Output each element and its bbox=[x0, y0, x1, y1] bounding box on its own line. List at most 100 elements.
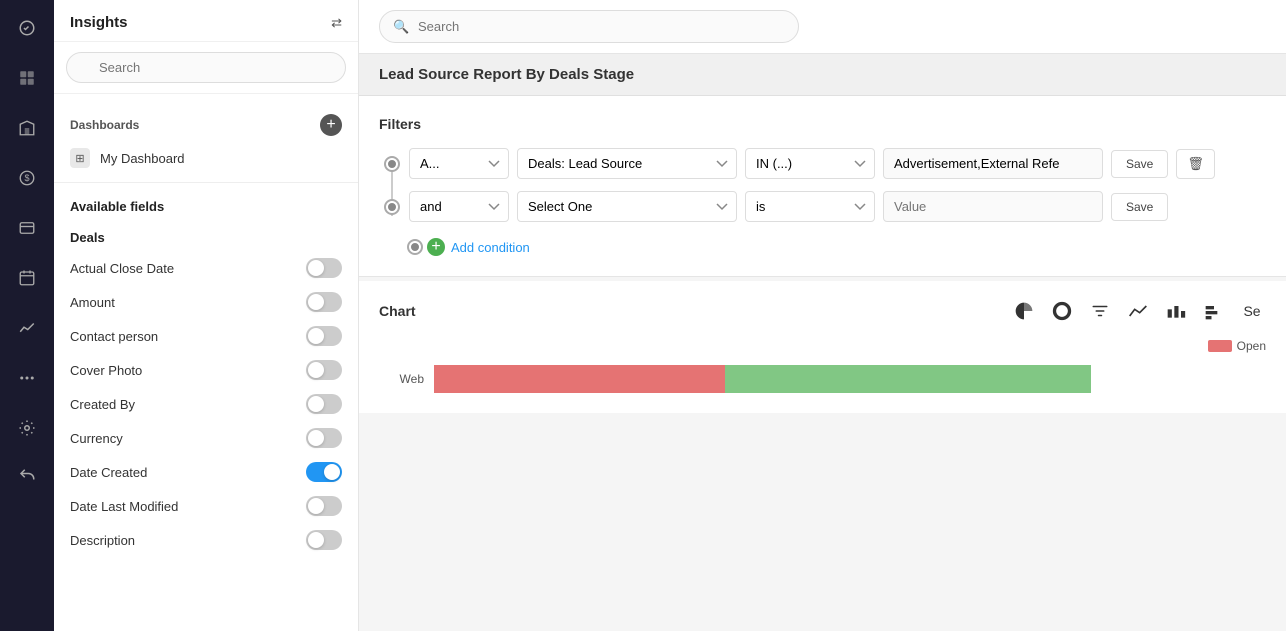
field-label: Description bbox=[70, 533, 135, 548]
sidebar-content: Dashboards + ⊞ My Dashboard Available fi… bbox=[54, 94, 358, 631]
bar-row-web: Web bbox=[379, 361, 1266, 397]
field-toggle[interactable] bbox=[306, 428, 342, 448]
field-row-amount: Amount bbox=[54, 285, 358, 319]
field-row-description: Description bbox=[54, 523, 358, 557]
filter-row2-save-button[interactable]: Save bbox=[1111, 193, 1168, 221]
chart-toolbar: Se bbox=[1010, 297, 1266, 325]
home-icon[interactable] bbox=[11, 12, 43, 44]
sidebar: Insights ⇄ 🔍 Dashboards + ⊞ My Dashboard… bbox=[54, 0, 359, 631]
field-row-date-created: Date Created bbox=[54, 455, 358, 489]
field-toggle[interactable] bbox=[306, 394, 342, 414]
field-row-created-by: Created By bbox=[54, 387, 358, 421]
filter-row2-condition-select[interactable]: and or bbox=[409, 191, 509, 222]
field-toggle[interactable] bbox=[306, 462, 342, 482]
pie-chart-icon[interactable] bbox=[1010, 297, 1038, 325]
filter-row-2: and or Select One is is not contains Sav… bbox=[379, 191, 1266, 222]
field-toggle[interactable] bbox=[306, 360, 342, 380]
filter-dot-2 bbox=[386, 201, 398, 213]
chart-panel: Chart bbox=[359, 281, 1286, 413]
add-condition-plus-icon: + bbox=[427, 238, 445, 256]
bar-seg-won bbox=[725, 365, 1091, 393]
filter-row2-field-select[interactable]: Select One bbox=[517, 191, 737, 222]
filter-row2-operator-select[interactable]: is is not contains bbox=[745, 191, 875, 222]
legend-item-open: Open bbox=[1208, 339, 1266, 353]
settings-chart-icon[interactable]: Se bbox=[1238, 297, 1266, 325]
legend-label-open: Open bbox=[1237, 339, 1266, 353]
filter-row-1: A... and or Deals: Lead Source IN (...) … bbox=[379, 148, 1266, 179]
line-chart-icon[interactable] bbox=[1124, 297, 1152, 325]
top-search-wrap: 🔍 bbox=[379, 10, 799, 43]
fields-list: Actual Close Date Amount Contact person Cov… bbox=[54, 251, 358, 557]
horizontal-bar-icon[interactable] bbox=[1200, 297, 1228, 325]
field-row-date-last-modified: Date Last Modified bbox=[54, 489, 358, 523]
top-bar: 🔍 bbox=[359, 0, 1286, 54]
sidebar-search-area: 🔍 bbox=[54, 42, 358, 94]
more-icon[interactable] bbox=[11, 362, 43, 394]
deals-icon[interactable] bbox=[11, 112, 43, 144]
field-label: Actual Close Date bbox=[70, 261, 174, 276]
inbox-icon[interactable] bbox=[11, 212, 43, 244]
field-label: Date Created bbox=[70, 465, 147, 480]
legend-color-open bbox=[1208, 340, 1232, 352]
add-condition-label: Add condition bbox=[451, 240, 530, 255]
filters-panel: Filters A... and or Deals: Lead Source bbox=[359, 96, 1286, 277]
main-body: Lead Source Report By Deals Stage Filter… bbox=[359, 54, 1286, 631]
field-label: Created By bbox=[70, 397, 135, 412]
filter-row1-operator-select[interactable]: IN (...) is is not contains bbox=[745, 148, 875, 179]
filter-area: A... and or Deals: Lead Source IN (...) … bbox=[379, 148, 1266, 256]
calendar-icon[interactable] bbox=[11, 262, 43, 294]
filter-row1-condition-select[interactable]: A... and or bbox=[409, 148, 509, 179]
deals-section-title: Deals bbox=[54, 220, 358, 251]
bar-track-web bbox=[434, 365, 1266, 393]
share-icon[interactable] bbox=[11, 462, 43, 494]
sidebar-title: Insights bbox=[70, 14, 128, 31]
field-toggle[interactable] bbox=[306, 530, 342, 550]
field-toggle[interactable] bbox=[306, 292, 342, 312]
settings-icon[interactable] bbox=[11, 412, 43, 444]
donut-chart-icon[interactable] bbox=[1048, 297, 1076, 325]
filter-row1-delete-button[interactable]: 🗑 bbox=[1176, 149, 1215, 179]
filters-panel-title: Filters bbox=[379, 116, 1266, 132]
sidebar-search-input[interactable] bbox=[66, 52, 346, 83]
my-dashboard-label: My Dashboard bbox=[100, 151, 185, 166]
contacts-icon[interactable] bbox=[11, 62, 43, 94]
add-condition-button[interactable]: + Add condition bbox=[379, 238, 1266, 256]
field-label: Date Last Modified bbox=[70, 499, 178, 514]
available-fields-label: Available fields bbox=[54, 189, 358, 220]
main: 🔍 Lead Source Report By Deals Stage Filt… bbox=[359, 0, 1286, 631]
bar-chart-icon[interactable] bbox=[1162, 297, 1190, 325]
field-label: Cover Photo bbox=[70, 363, 142, 378]
dashboards-label: Dashboards bbox=[70, 118, 139, 132]
filter-row1-save-button[interactable]: Save bbox=[1111, 150, 1168, 178]
field-toggle[interactable] bbox=[306, 326, 342, 346]
top-search-input[interactable] bbox=[379, 10, 799, 43]
field-toggle[interactable] bbox=[306, 496, 342, 516]
analytics-icon[interactable] bbox=[11, 312, 43, 344]
bar-label-web: Web bbox=[379, 372, 434, 386]
field-label: Currency bbox=[70, 431, 123, 446]
field-label: Amount bbox=[70, 295, 115, 310]
transfer-icon[interactable]: ⇄ bbox=[331, 15, 342, 31]
top-search-icon: 🔍 bbox=[393, 19, 409, 35]
filter-row2-value-input[interactable] bbox=[883, 191, 1103, 222]
svg-text:$: $ bbox=[24, 173, 29, 183]
sidebar-header: Insights ⇄ bbox=[54, 0, 358, 42]
field-row-cover-photo: Cover Photo bbox=[54, 353, 358, 387]
sidebar-item-my-dashboard[interactable]: ⊞ My Dashboard bbox=[54, 140, 358, 176]
add-dashboard-button[interactable]: + bbox=[320, 114, 342, 136]
filter-row1-field-select[interactable]: Deals: Lead Source bbox=[517, 148, 737, 179]
filter-row1-value-input[interactable] bbox=[883, 148, 1103, 179]
filter-icon[interactable] bbox=[1086, 297, 1114, 325]
finance-icon[interactable]: $ bbox=[11, 162, 43, 194]
icon-bar: $ bbox=[0, 0, 54, 631]
bar-chart: Web bbox=[379, 361, 1266, 397]
field-toggle[interactable] bbox=[306, 258, 342, 278]
field-row-actual-close-date: Actual Close Date bbox=[54, 251, 358, 285]
field-row-currency: Currency bbox=[54, 421, 358, 455]
chart-title: Chart bbox=[379, 303, 416, 319]
page-title-bar: Lead Source Report By Deals Stage bbox=[359, 54, 1286, 96]
filter-dot-1 bbox=[386, 158, 398, 170]
field-row-contact-person: Contact person bbox=[54, 319, 358, 353]
add-condition-dot bbox=[409, 241, 421, 253]
chart-header: Chart bbox=[379, 297, 1266, 325]
